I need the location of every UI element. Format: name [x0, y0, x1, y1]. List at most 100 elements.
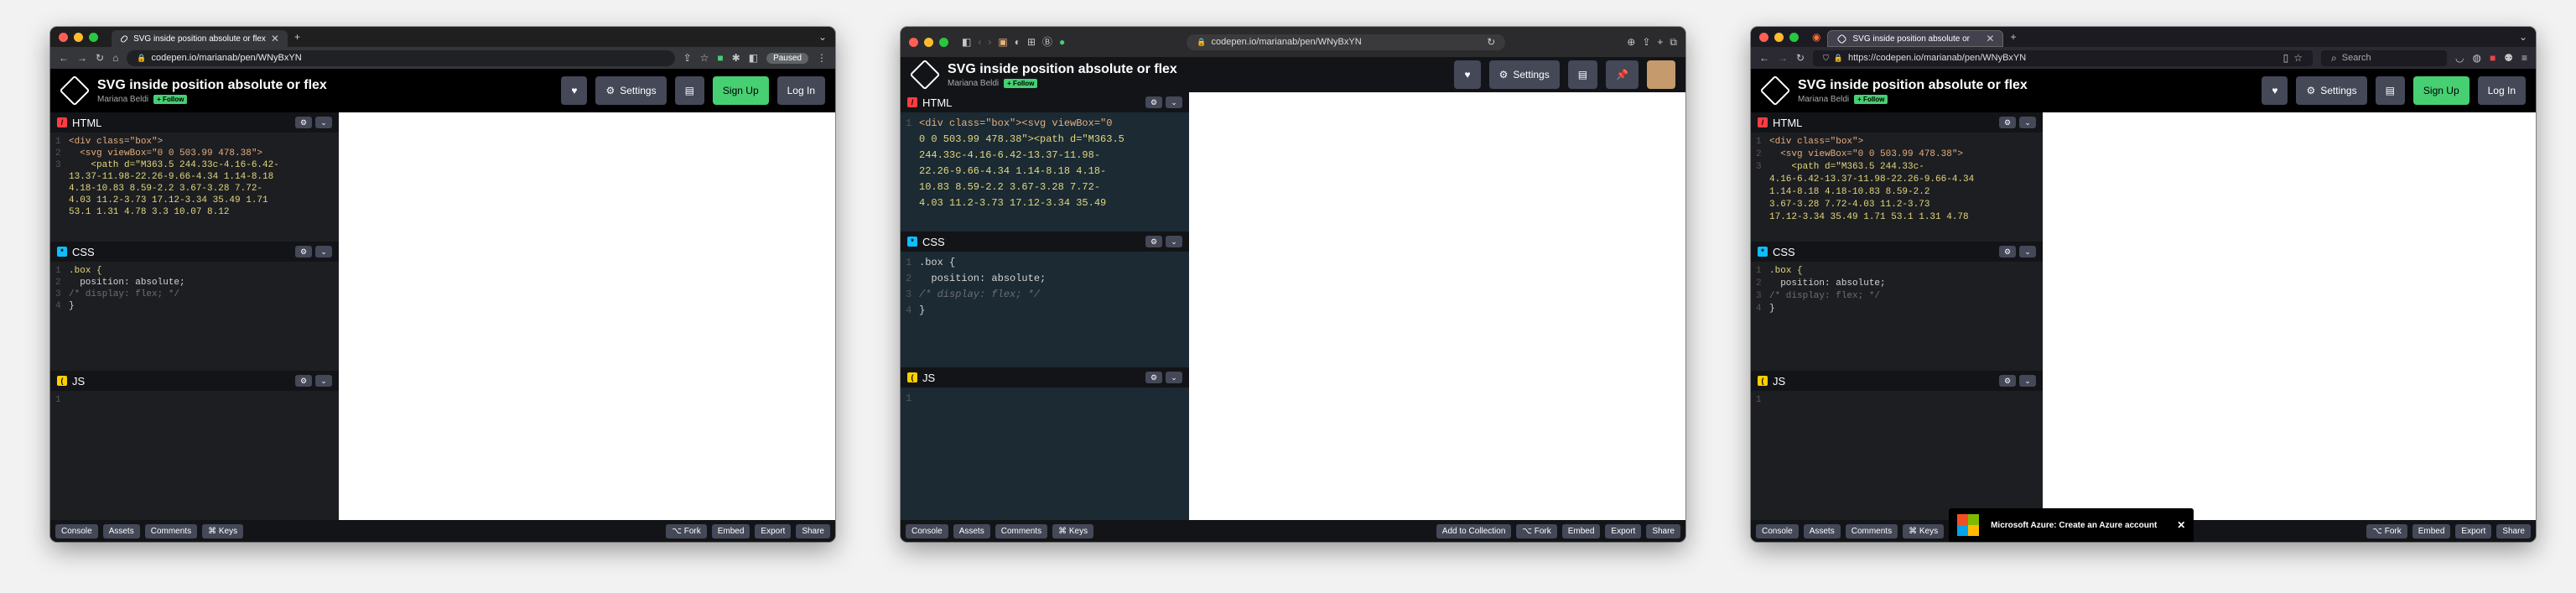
html-settings-icon[interactable]: ⚙ — [1145, 96, 1162, 108]
download-icon[interactable]: ⊕ — [1627, 37, 1635, 47]
css-editor[interactable]: 1 .box {2 position: absolute; 3/* display:… — [1751, 262, 2043, 371]
bookmark-star-icon[interactable]: ☆ — [2293, 53, 2303, 63]
preview-pane[interactable] — [2043, 112, 2536, 520]
extension-icon[interactable]: ▣ — [998, 37, 1007, 47]
reader-icon[interactable]: ▯ — [2283, 53, 2289, 63]
js-collapse-icon[interactable]: ⌄ — [2019, 375, 2036, 387]
close-icon[interactable] — [1759, 32, 1768, 42]
html-collapse-icon[interactable]: ⌄ — [1166, 96, 1182, 108]
reload-icon[interactable]: ↻ — [96, 53, 104, 63]
assets-button[interactable]: Assets — [1803, 523, 1841, 538]
css-settings-icon[interactable]: ⚙ — [295, 246, 312, 257]
html-editor[interactable]: 1 <div class="box"> 2 <svg viewBox="0 0 50… — [50, 133, 339, 242]
follow-button[interactable]: + Follow — [153, 94, 188, 104]
heart-button[interactable]: ♥ — [2262, 76, 2288, 105]
preview-pane[interactable] — [339, 112, 835, 520]
follow-button[interactable]: + Follow — [1004, 78, 1038, 88]
pin-button[interactable]: 📌 — [1606, 60, 1639, 89]
author-name[interactable]: Mariana Beldi — [97, 95, 148, 104]
css-settings-icon[interactable]: ⚙ — [1145, 236, 1162, 247]
forward-icon[interactable]: › — [988, 37, 991, 47]
forward-icon[interactable]: → — [77, 53, 87, 63]
share-icon[interactable]: ⇪ — [683, 53, 692, 63]
reload-icon[interactable]: ↻ — [1796, 53, 1805, 63]
author-name[interactable]: Mariana Beldi — [948, 79, 999, 88]
heart-button[interactable]: ♥ — [561, 76, 588, 105]
new-tab-icon[interactable]: + — [294, 32, 300, 42]
extension-icon[interactable]: ⚉ — [2504, 53, 2513, 63]
html-collapse-icon[interactable]: ⌄ — [2019, 117, 2036, 128]
menu-icon[interactable]: ⋮ — [817, 53, 827, 63]
html-editor[interactable]: 1 <div class="box"> 2 <svg viewBox="0 0 50… — [1751, 133, 2043, 242]
html-collapse-icon[interactable]: ⌄ — [315, 117, 332, 128]
html-settings-icon[interactable]: ⚙ — [295, 117, 312, 128]
sidepanel-icon[interactable]: ◧ — [749, 53, 758, 63]
pen-title[interactable]: SVG inside position absolute or flex — [1798, 78, 2028, 93]
js-collapse-icon[interactable]: ⌄ — [1166, 372, 1182, 383]
close-icon[interactable] — [59, 32, 68, 42]
export-button[interactable]: Export — [1605, 523, 1642, 538]
fork-button[interactable]: ⌥ Fork — [1516, 523, 1557, 538]
assets-button[interactable]: Assets — [953, 523, 990, 538]
tab-close-icon[interactable]: ✕ — [271, 34, 279, 44]
login-button[interactable]: Log In — [776, 76, 825, 105]
tab-close-icon[interactable]: ✕ — [1986, 34, 1994, 44]
reload-icon[interactable]: ↻ — [1487, 37, 1495, 47]
signup-button[interactable]: Sign Up — [2412, 76, 2470, 105]
avatar[interactable] — [1647, 60, 1675, 89]
extension-icon[interactable]: ⊞ — [1027, 37, 1036, 47]
browser-tab[interactable]: SVG inside position absolute or ✕ — [1827, 30, 2004, 47]
list-tabs-icon[interactable]: ⌄ — [2519, 32, 2527, 42]
firefox-view-icon[interactable]: ◉ — [1812, 32, 1820, 42]
new-tab-icon[interactable]: + — [1657, 37, 1663, 47]
minimize-icon[interactable] — [924, 37, 933, 47]
js-editor[interactable]: 1 — [901, 388, 1189, 488]
comments-button[interactable]: Comments — [1845, 523, 1898, 538]
html-editor[interactable]: 1 <div class="box"><svg viewBox="0 0 0 503… — [901, 112, 1189, 231]
comments-button[interactable]: Comments — [995, 523, 1048, 538]
back-icon[interactable]: ← — [59, 53, 69, 63]
zoom-icon[interactable] — [939, 37, 948, 47]
js-editor[interactable]: 1 — [50, 391, 339, 475]
back-icon[interactable]: ‹ — [978, 37, 981, 47]
back-icon[interactable]: ← — [1759, 53, 1769, 63]
tab-overview-icon[interactable]: ⧉ — [1670, 37, 1677, 47]
heart-button[interactable]: ♥ — [1454, 60, 1481, 89]
zoom-icon[interactable] — [89, 32, 98, 42]
pocket-icon[interactable]: ◡ — [2455, 53, 2464, 63]
css-collapse-icon[interactable]: ⌄ — [315, 246, 332, 257]
extension-icon[interactable]: ■ — [717, 53, 723, 63]
export-button[interactable]: Export — [755, 523, 792, 538]
bookmark-star-icon[interactable]: ☆ — [700, 53, 709, 63]
fork-button[interactable]: ⌥ Fork — [666, 523, 707, 538]
fork-button[interactable]: ⌥ Fork — [2366, 523, 2407, 538]
comments-button[interactable]: Comments — [144, 523, 198, 538]
extensions-puzzle-icon[interactable]: ✱ — [732, 53, 740, 63]
layout-button[interactable]: ▤ — [2375, 76, 2405, 105]
close-icon[interactable] — [909, 37, 918, 47]
export-button[interactable]: Export — [2455, 523, 2492, 538]
minimize-icon[interactable] — [74, 32, 83, 42]
css-editor[interactable]: 1 .box {2 position: absolute; 3/* display:… — [901, 252, 1189, 367]
pen-title[interactable]: SVG inside position absolute or flex — [97, 78, 327, 93]
codepen-logo[interactable] — [59, 75, 91, 107]
keys-button[interactable]: ⌘ Keys — [1903, 523, 1945, 538]
js-settings-icon[interactable]: ⚙ — [295, 375, 312, 387]
extension-icon[interactable]: ◐ — [1015, 37, 1021, 47]
follow-button[interactable]: + Follow — [1854, 94, 1888, 104]
layout-button[interactable]: ▤ — [674, 76, 704, 105]
share-button[interactable]: Share — [2496, 523, 2531, 538]
add-to-collection-button[interactable]: Add to Collection — [1436, 523, 1512, 538]
login-button[interactable]: Log In — [2477, 76, 2526, 105]
pen-title[interactable]: SVG inside position absolute or flex — [948, 62, 1177, 77]
zoom-icon[interactable] — [1789, 32, 1799, 42]
share-button[interactable]: Share — [796, 523, 830, 538]
css-collapse-icon[interactable]: ⌄ — [2019, 246, 2036, 257]
new-tab-icon[interactable]: + — [2010, 32, 2016, 42]
profile-paused-badge[interactable]: Paused — [766, 52, 808, 64]
keys-button[interactable]: ⌘ Keys — [1052, 523, 1094, 538]
html-settings-icon[interactable]: ⚙ — [1999, 117, 2016, 128]
embed-button[interactable]: Embed — [1561, 523, 1601, 538]
codepen-logo[interactable] — [909, 59, 941, 91]
css-collapse-icon[interactable]: ⌄ — [1166, 236, 1182, 247]
